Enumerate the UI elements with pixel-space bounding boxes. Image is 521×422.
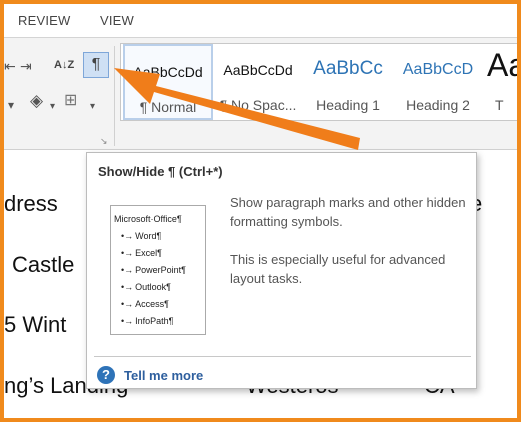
indent-decrease-icon[interactable]: ⇤	[4, 59, 16, 73]
style-heading-2-sample: AaBbCcD	[402, 61, 474, 78]
preview-item: •→ Access¶	[121, 299, 169, 309]
tab-arrow-icon: •→	[121, 231, 134, 241]
tab-review[interactable]: REVIEW	[18, 13, 70, 28]
line-spacing-chevron-icon[interactable]: ▾	[8, 98, 14, 112]
doc-line-3-left: 5 Wint	[4, 312, 67, 337]
tooltip-divider	[94, 356, 471, 357]
borders-icon[interactable]: ⊞	[64, 93, 77, 109]
tab-view[interactable]: VIEW	[100, 13, 134, 28]
tooltip-description-1: Show paragraph marks and other hidden fo…	[230, 195, 466, 229]
indent-increase-icon[interactable]: ⇥	[20, 59, 32, 73]
preview-item: •→ Excel¶	[121, 248, 162, 258]
style-heading-1-sample: AaBbCc	[313, 58, 383, 79]
show-hide-button[interactable]: ¶	[83, 52, 109, 78]
styles-gallery: AaBbCcDd ¶ Normal AaBbCcDd ¶ No Spac... …	[120, 43, 517, 121]
borders-dropdown-chevron-icon[interactable]: ▾	[90, 100, 95, 114]
tab-arrow-icon: •→	[121, 316, 134, 326]
style-heading-1[interactable]: AaBbCc Heading 1	[303, 44, 393, 120]
tell-me-more-link[interactable]: ? Tell me more	[97, 365, 203, 385]
preview-item: •→ InfoPath¶	[121, 316, 174, 326]
style-title[interactable]: Aa T	[483, 44, 517, 120]
doc-line-1-left: dress	[4, 191, 58, 216]
help-icon: ?	[97, 366, 115, 384]
preview-item: •→ Outlook¶	[121, 282, 172, 292]
sort-icon[interactable]: A↓Z	[54, 58, 74, 72]
doc-line-2-left: Castle	[12, 252, 75, 277]
style-heading-1-name: Heading 1	[316, 97, 380, 113]
style-no-spacing-sample: AaBbCcDd	[223, 62, 293, 78]
style-title-name: T	[495, 97, 504, 113]
style-normal[interactable]: AaBbCcDd ¶ Normal	[123, 44, 213, 120]
style-normal-name: ¶ Normal	[139, 99, 197, 115]
ribbon-home: ⇤ ⇥ A↓Z ¶ ▾ ◈ ▾ ⊞ ▾ ↘ AaBbCcDd ¶ Normal …	[4, 38, 517, 150]
tooltip-title: Show/Hide ¶ (Ctrl+*)	[98, 164, 223, 179]
style-no-spacing-name: ¶ No Spac...	[219, 97, 297, 113]
tab-arrow-icon: •→	[121, 299, 134, 309]
preview-item: •→ Word¶	[121, 231, 162, 241]
shading-icon[interactable]: ◈	[30, 92, 43, 109]
tab-arrow-icon: •→	[121, 282, 134, 292]
tab-arrow-icon: •→	[121, 265, 134, 275]
shading-dropdown-chevron-icon[interactable]: ▾	[50, 100, 55, 114]
screenshot-frame: REVIEW VIEW ⇤ ⇥ A↓Z ¶ ▾ ◈ ▾ ⊞ ▾ ↘ AaBbCc…	[0, 0, 521, 422]
tooltip-preview-image: Microsoft·Office¶ •→ Word¶ •→ Excel¶ •→ Pow…	[110, 205, 206, 335]
style-no-spacing[interactable]: AaBbCcDd ¶ No Spac...	[213, 44, 303, 120]
style-heading-2-name: Heading 2	[406, 97, 470, 113]
style-title-sample: Aa	[487, 47, 517, 83]
style-normal-sample: AaBbCcDd	[133, 64, 203, 80]
style-heading-2[interactable]: AaBbCcD Heading 2	[393, 44, 483, 120]
tab-arrow-icon: •→	[121, 248, 134, 258]
preview-item: •→ PowerPoint¶	[121, 265, 187, 275]
tell-me-more-label: Tell me more	[124, 367, 204, 383]
ribbon-tab-bar: REVIEW VIEW	[4, 4, 517, 38]
preview-header: Microsoft·Office¶	[114, 214, 182, 224]
ribbon-group-divider	[114, 46, 115, 146]
tooltip-description: Show paragraph marks and other hidden fo…	[230, 193, 470, 307]
show-hide-tooltip: Show/Hide ¶ (Ctrl+*) Microsoft·Office¶ •…	[86, 152, 477, 389]
tooltip-description-2: This is especially useful for advanced l…	[230, 252, 446, 286]
paragraph-dialog-launcher-icon[interactable]: ↘	[100, 136, 108, 147]
